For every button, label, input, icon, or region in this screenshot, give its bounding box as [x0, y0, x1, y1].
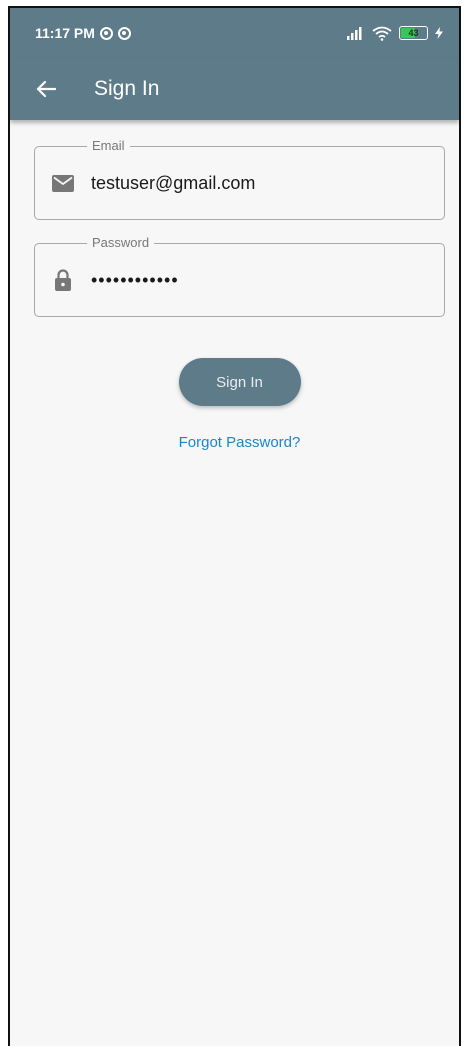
phone-screen: 11:17 PM 43 Sign In Email testuser@gmail…	[8, 6, 461, 1046]
password-field[interactable]: Password ••••••••••••	[34, 235, 445, 317]
status-bar: 11:17 PM 43	[10, 8, 459, 58]
notification-icon	[99, 26, 113, 40]
sign-in-button[interactable]: Sign In	[178, 358, 301, 406]
notification-icon-2	[117, 26, 131, 40]
email-field[interactable]: Email testuser@gmail.com	[34, 138, 445, 220]
lock-icon	[51, 268, 75, 292]
status-left: 11:17 PM	[35, 25, 131, 41]
arrow-back-icon	[36, 80, 56, 98]
sign-in-form: Email testuser@gmail.com Password ••••••…	[10, 120, 459, 451]
password-input[interactable]: ••••••••••••	[91, 265, 444, 295]
wifi-icon	[372, 26, 392, 41]
email-input[interactable]: testuser@gmail.com	[91, 168, 444, 198]
app-bar: Sign In	[10, 58, 459, 120]
back-button[interactable]	[32, 75, 60, 103]
page-title: Sign In	[94, 77, 160, 100]
form-actions: Sign In Forgot Password?	[34, 358, 445, 451]
forgot-password-link[interactable]: Forgot Password?	[179, 434, 301, 451]
password-label: Password	[87, 235, 155, 251]
email-label: Email	[87, 138, 130, 154]
battery-level: 43	[408, 28, 419, 38]
status-right: 43	[347, 26, 443, 41]
signal-icon	[347, 27, 362, 40]
charging-icon	[435, 27, 443, 39]
battery-icon: 43	[399, 26, 428, 40]
status-time: 11:17 PM	[35, 25, 95, 41]
mail-icon	[51, 171, 75, 195]
